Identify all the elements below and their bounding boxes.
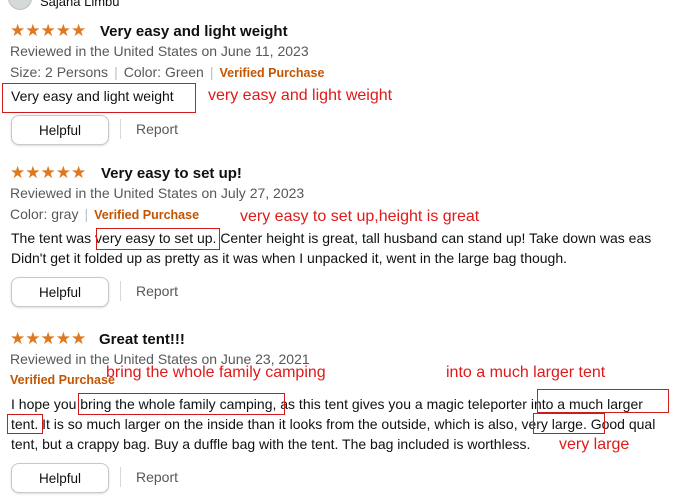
divider (120, 119, 121, 139)
annotation-note: very large (559, 436, 630, 453)
review-variant: Size: 2 Persons | Color: Green | Verified Pu… (10, 64, 324, 80)
divider (120, 281, 121, 301)
divider: | (209, 64, 214, 80)
review-body-line: tent, but a crappy bag. Buy a duffle bag… (11, 436, 531, 452)
review-date: Reviewed in the United States on June 11… (10, 43, 309, 59)
verified-purchase-badge: Verified Purchase (94, 208, 200, 222)
review-body-line: Didn't get it folded up as pretty as it … (11, 250, 568, 266)
annotation-box (78, 393, 285, 415)
report-link[interactable]: Report (136, 283, 178, 299)
verified-purchase-badge: Verified Purchase (10, 373, 115, 387)
star-rating[interactable]: ★★★★★ (10, 330, 86, 347)
reviewer-name: Sajana Limbu (40, 0, 120, 9)
reviewer-avatar (8, 0, 32, 10)
annotation-note: into a much larger tent (446, 364, 606, 381)
annotation-note: bring the whole family camping (106, 364, 326, 381)
review-date: Reviewed in the United States on July 27… (10, 185, 305, 201)
variant-color: Color: gray (10, 206, 79, 222)
divider: | (114, 64, 118, 80)
verified-purchase-badge: Verified Purchase (219, 66, 325, 80)
divider: | (84, 206, 89, 222)
report-link[interactable]: Report (136, 121, 178, 137)
review-title[interactable]: Great tent!!! (99, 331, 185, 348)
star-rating[interactable]: ★★★★★ (10, 164, 86, 181)
report-link[interactable]: Report (136, 469, 178, 485)
helpful-button[interactable]: Helpful (11, 115, 109, 145)
annotation-box (533, 413, 605, 434)
variant-size: Size: 2 Persons (10, 64, 109, 80)
annotation-box (537, 389, 669, 413)
annotation-note: very easy to set up,height is great (240, 208, 480, 225)
review-title[interactable]: Very easy to set up! (101, 165, 242, 182)
star-rating[interactable]: ★★★★★ (10, 22, 86, 39)
annotation-box (7, 414, 43, 434)
review-variant: Color: gray | Verified Purchase (10, 206, 199, 222)
annotation-box (96, 228, 220, 250)
annotation-box (2, 83, 196, 113)
variant-color: Color: Green (123, 64, 204, 80)
helpful-button[interactable]: Helpful (11, 277, 109, 307)
review-title[interactable]: Very easy and light weight (100, 23, 288, 40)
helpful-button[interactable]: Helpful (11, 463, 109, 493)
divider (120, 467, 121, 487)
annotation-note: very easy and light weight (208, 87, 393, 104)
